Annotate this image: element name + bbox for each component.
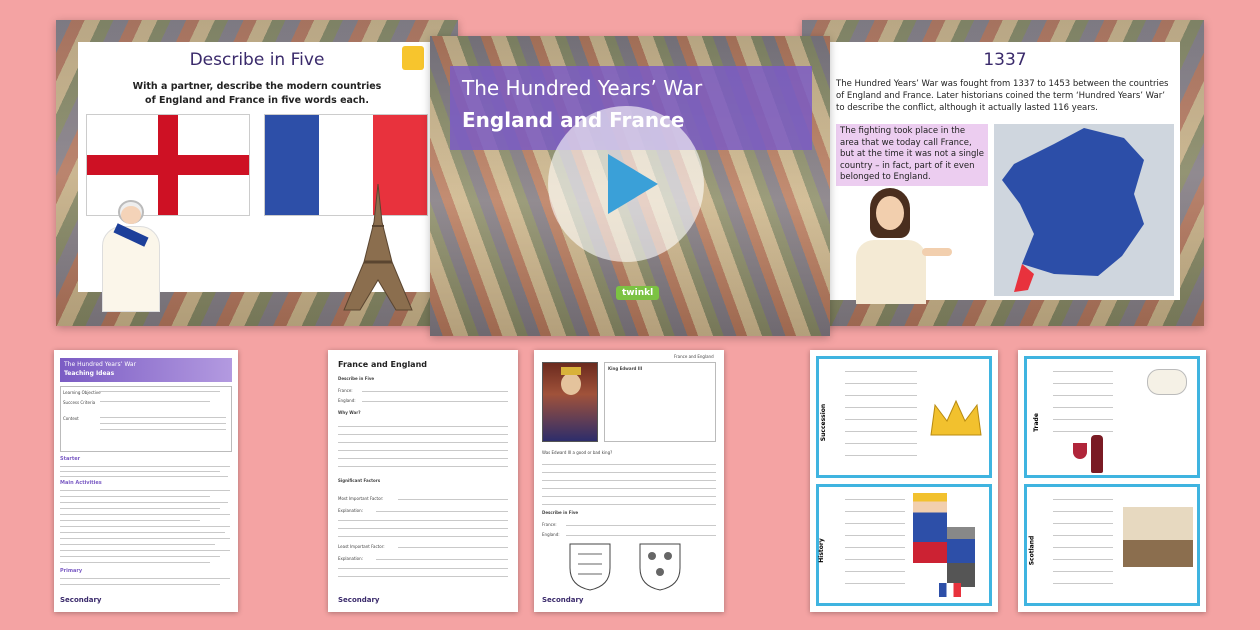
callout-text: The fighting took place in the area that… bbox=[840, 126, 985, 182]
doc-title: France and England bbox=[338, 360, 427, 369]
queen-illustration bbox=[94, 196, 166, 312]
slide-1337[interactable]: 1337 The Hundred Years’ War was fought f… bbox=[802, 20, 1204, 326]
field-label: Least Important Factor: bbox=[338, 544, 385, 549]
france-map bbox=[1002, 128, 1144, 292]
document-teaching-ideas[interactable]: The Hundred Years’ War Teaching Ideas Le… bbox=[54, 350, 238, 612]
objectives-table bbox=[60, 386, 232, 452]
field-label: France: bbox=[542, 522, 557, 527]
table-row-label: Learning Objective bbox=[63, 390, 101, 395]
fact-card-trade[interactable]: Trade bbox=[1024, 356, 1200, 478]
section-heading: Main Activities bbox=[60, 480, 102, 486]
portrait-caption: King Edward III bbox=[608, 366, 643, 371]
document-fact-cards-1[interactable]: Succession History bbox=[810, 350, 998, 612]
section-heading: Describe in Five bbox=[542, 510, 579, 515]
slide-describe-in-five[interactable]: Describe in Five With a partner, describ… bbox=[56, 20, 458, 326]
document-worksheet-edward[interactable]: France and England King Edward III Was E… bbox=[534, 350, 724, 612]
card-side-label: Trade bbox=[1032, 413, 1040, 432]
field-label: Explanation: bbox=[338, 508, 363, 513]
fact-card-history[interactable]: History bbox=[816, 484, 992, 606]
section-heading: Starter bbox=[60, 456, 81, 462]
table-row-label: Success Criteria bbox=[63, 400, 96, 405]
slide-instruction: With a partner, describe the modern coun… bbox=[132, 81, 382, 106]
doc-banner-title: The Hundred Years’ War bbox=[64, 361, 137, 368]
decorative-icon bbox=[402, 46, 424, 70]
card-side-label: Succession bbox=[820, 403, 828, 442]
doc-banner-subtitle: Teaching Ideas bbox=[64, 370, 115, 377]
document-worksheet-why-war[interactable]: France and England Describe in Five Fran… bbox=[328, 350, 518, 612]
section-heading: Primary bbox=[60, 568, 83, 574]
doc-footer: Secondary bbox=[60, 596, 102, 604]
section-heading: Describe in Five bbox=[338, 376, 375, 381]
table-row-label: Context bbox=[63, 416, 79, 421]
doc-footer: Secondary bbox=[338, 596, 380, 604]
card-side-label: History bbox=[817, 538, 825, 563]
fact-card-succession[interactable]: Succession bbox=[816, 356, 992, 478]
play-button[interactable] bbox=[548, 106, 704, 262]
wine-bottle-illustration bbox=[1091, 435, 1103, 473]
wine-glass-illustration bbox=[1073, 443, 1087, 459]
title-line-1: The Hundred Years’ War bbox=[462, 76, 703, 100]
slide-title-video[interactable]: The Hundred Years’ War England and Franc… bbox=[430, 36, 830, 336]
slide-title: 1337 bbox=[983, 50, 1027, 70]
teacher-illustration bbox=[846, 188, 956, 304]
card-side-label: Scotland bbox=[1028, 535, 1036, 566]
slide-title: Describe in Five bbox=[189, 50, 325, 70]
twinkl-logo: twinkl bbox=[616, 286, 660, 300]
question-text: Was Edward III a good or bad king? bbox=[542, 450, 613, 455]
doc-header: France and England bbox=[674, 354, 714, 359]
sheep-illustration bbox=[1147, 369, 1187, 395]
king-portrait bbox=[542, 362, 598, 442]
doc-footer: Secondary bbox=[542, 596, 584, 604]
play-icon bbox=[608, 154, 658, 214]
negotiation-table-illustration bbox=[1123, 507, 1193, 567]
fact-card-scotland[interactable]: Scotland bbox=[1024, 484, 1200, 606]
field-label: England: bbox=[542, 532, 560, 537]
section-heading: Significant Factors bbox=[338, 478, 381, 483]
slide-body: The Hundred Years’ War was fought from 1… bbox=[836, 79, 1169, 113]
crown-icon bbox=[930, 399, 982, 436]
flag-icon bbox=[939, 583, 961, 597]
soldier-illustration bbox=[947, 527, 975, 587]
coat-of-arms-france bbox=[639, 543, 681, 591]
field-label: England: bbox=[338, 398, 356, 403]
coat-of-arms-england bbox=[569, 543, 611, 591]
field-label: Explanation: bbox=[338, 556, 363, 561]
section-heading: Why War? bbox=[338, 410, 361, 415]
field-label: France: bbox=[338, 388, 353, 393]
portrait-caption-box bbox=[604, 362, 716, 442]
king-figure-illustration bbox=[913, 493, 947, 563]
document-fact-cards-2[interactable]: Trade Scotland bbox=[1018, 350, 1206, 612]
field-label: Most Important Factor: bbox=[338, 496, 384, 501]
eiffel-tower-illustration bbox=[343, 183, 413, 311]
